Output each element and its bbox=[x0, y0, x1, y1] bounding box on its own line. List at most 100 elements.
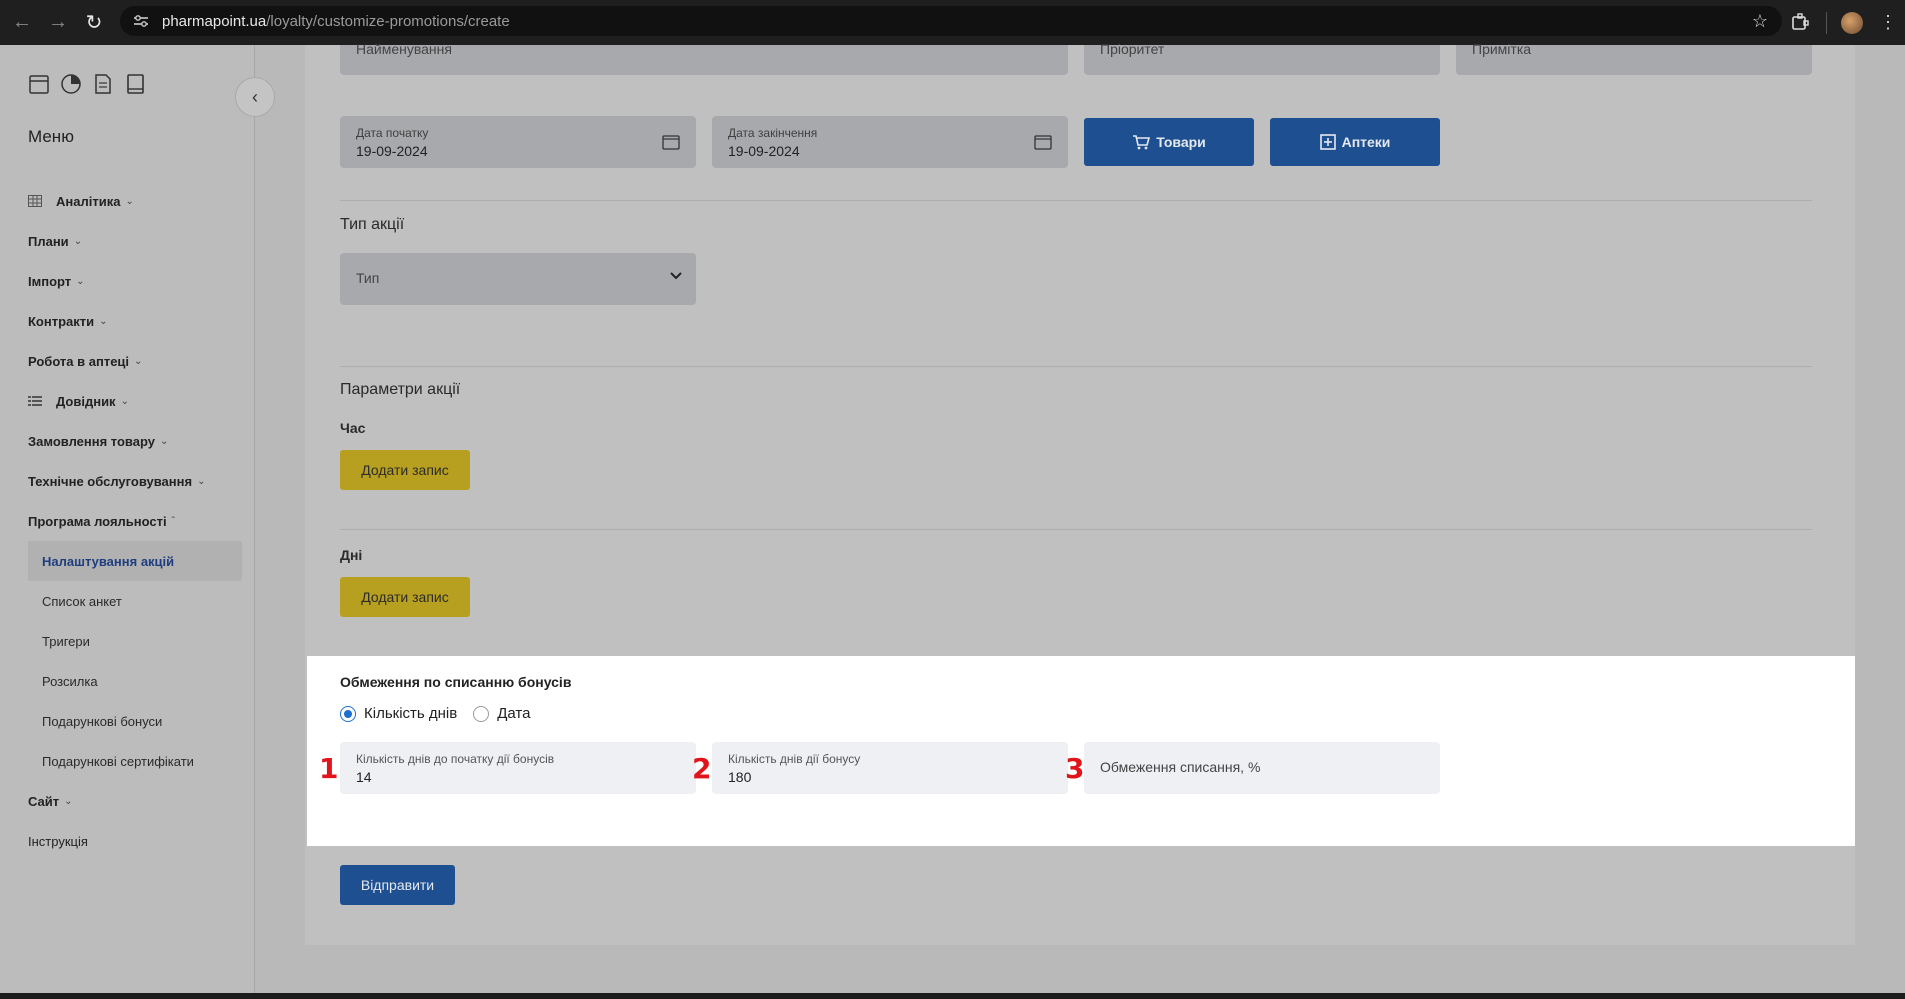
add-days-record-button[interactable]: Додати запис bbox=[340, 577, 470, 617]
sidebar-item-loyalty[interactable]: Програма лояльності ˆ bbox=[28, 501, 242, 541]
sidebar-subitem-mailing[interactable]: Розсилка bbox=[28, 661, 242, 701]
extensions-icon[interactable] bbox=[1790, 12, 1812, 34]
type-select-placeholder: Тип bbox=[356, 270, 380, 286]
sidebar-item-import[interactable]: Імпорт ⌄ bbox=[28, 261, 242, 301]
goods-button-label: Товари bbox=[1156, 134, 1206, 150]
radio-date-label[interactable]: Дата bbox=[497, 705, 530, 722]
add-time-record-button[interactable]: Додати запис bbox=[340, 450, 470, 490]
add-days-record-label: Додати запис bbox=[361, 589, 449, 605]
annotation-marker-3: 3 bbox=[1065, 752, 1085, 785]
days-before-bonus-start-input[interactable]: Кількість днів до початку дії бонусів 14 bbox=[340, 742, 696, 794]
sidebar-item-label: Налаштування акцій bbox=[42, 553, 175, 569]
sidebar-item-label: Розсилка bbox=[42, 673, 98, 689]
type-select[interactable]: Тип bbox=[340, 253, 696, 305]
sidebar-subitem-questionnaires[interactable]: Список анкет bbox=[28, 581, 242, 621]
browser-menu-icon[interactable]: ⋮ bbox=[1879, 12, 1897, 33]
url-text: pharmapoint.ua/loyalty/customize-promoti… bbox=[162, 13, 510, 30]
archive-icon[interactable] bbox=[28, 73, 50, 95]
radio-date[interactable] bbox=[473, 705, 490, 722]
bonus-duration-days-label: Кількість днів дії бонусу bbox=[728, 752, 861, 766]
sidebar-item-site[interactable]: Сайт ⌄ bbox=[28, 781, 242, 821]
sidebar-item-label: Довідник bbox=[56, 393, 116, 409]
bonus-limits-panel: Обмеження по списанню бонусів Кількість … bbox=[307, 656, 1855, 846]
chevron-down-icon: ⌄ bbox=[197, 475, 206, 487]
priority-placeholder: Пріоритет bbox=[1100, 41, 1165, 57]
chevron-down-icon: ⌄ bbox=[120, 395, 129, 407]
bonus-duration-days-input[interactable]: Кількість днів дії бонусу 180 bbox=[712, 742, 1068, 794]
type-section-title: Тип акції bbox=[340, 216, 405, 233]
pharmacies-button[interactable]: Аптеки bbox=[1270, 118, 1440, 166]
bonus-duration-days-value: 180 bbox=[728, 769, 752, 785]
start-date-field[interactable]: Дата початку 19-09-2024 bbox=[340, 116, 696, 168]
bookmark-star-icon[interactable]: ☆ bbox=[1752, 11, 1768, 32]
name-input[interactable]: Найменування bbox=[340, 41, 1068, 75]
url-host: pharmapoint.ua bbox=[162, 12, 267, 30]
annotation-marker-2: 2 bbox=[692, 752, 712, 785]
sidebar-item-label: Подарункові сертифікати bbox=[42, 753, 194, 769]
calendar-icon[interactable] bbox=[662, 134, 680, 150]
write-off-limit-percent-placeholder: Обмеження списання, % bbox=[1100, 759, 1261, 775]
plus-square-icon bbox=[1319, 134, 1336, 150]
chevron-down-icon: ⌄ bbox=[76, 275, 85, 287]
book-icon[interactable] bbox=[124, 73, 146, 95]
cart-icon bbox=[1133, 135, 1151, 150]
end-date-label: Дата закінчення bbox=[728, 126, 818, 140]
sidebar-subitem-gift-certificates[interactable]: Подарункові сертифікати bbox=[28, 741, 242, 781]
sidebar: Меню Аналітика ⌄ Плани ⌄ Імпорт ⌄ Контракти… bbox=[0, 45, 255, 999]
sidebar-item-reference[interactable]: Довідник ⌄ bbox=[28, 381, 242, 421]
toolbar-separator bbox=[1826, 11, 1827, 34]
start-date-value: 19-09-2024 bbox=[356, 143, 428, 159]
note-placeholder: Примітка bbox=[1472, 41, 1532, 57]
collapse-sidebar-button[interactable]: ‹ bbox=[235, 77, 275, 117]
window-bottom-edge bbox=[0, 993, 1905, 999]
browser-toolbar: ← → ↻ pharmapoint.ua/loyalty/customize-p… bbox=[0, 0, 1905, 45]
submit-button[interactable]: Відправити bbox=[340, 865, 455, 905]
priority-input[interactable]: Пріоритет bbox=[1084, 41, 1440, 75]
sidebar-item-contracts[interactable]: Контракти ⌄ bbox=[28, 301, 242, 341]
sidebar-item-label: Подарункові бонуси bbox=[42, 713, 163, 729]
sidebar-subitem-gift-bonuses[interactable]: Подарункові бонуси bbox=[28, 701, 242, 741]
site-settings-icon[interactable] bbox=[132, 12, 150, 30]
sidebar-item-plans[interactable]: Плани ⌄ bbox=[28, 221, 242, 261]
sidebar-item-analytics[interactable]: Аналітика ⌄ bbox=[28, 181, 242, 221]
grid-icon bbox=[28, 195, 42, 207]
sidebar-item-instruction[interactable]: Інструкція bbox=[28, 821, 242, 861]
sidebar-item-label: Аналітика bbox=[56, 193, 121, 209]
calendar-icon[interactable] bbox=[1034, 134, 1052, 150]
days-before-bonus-start-label: Кількість днів до початку дії бонусів bbox=[356, 752, 555, 766]
sidebar-subitem-triggers[interactable]: Тригери bbox=[28, 621, 242, 661]
chevron-down-icon: ⌄ bbox=[73, 235, 83, 247]
sidebar-item-label: Список анкет bbox=[42, 593, 122, 609]
reload-icon[interactable]: ↻ bbox=[80, 9, 108, 37]
url-path: /loyalty/customize-promotions/create bbox=[266, 12, 510, 30]
sidebar-item-maintenance[interactable]: Технічне обслуговування ⌄ bbox=[28, 461, 242, 501]
sidebar-item-orders[interactable]: Замовлення товару ⌄ bbox=[28, 421, 242, 461]
sidebar-item-label: Контракти bbox=[28, 313, 95, 329]
forward-icon[interactable]: → bbox=[44, 9, 72, 37]
write-off-limit-percent-input[interactable]: Обмеження списання, % bbox=[1084, 742, 1440, 794]
divider bbox=[340, 200, 1812, 201]
sidebar-item-label: Замовлення товару bbox=[28, 433, 155, 449]
sidebar-subitem-promotions-settings[interactable]: Налаштування акцій bbox=[28, 541, 242, 581]
note-input[interactable]: Примітка bbox=[1456, 41, 1812, 75]
pie-chart-icon[interactable] bbox=[60, 73, 82, 95]
chevron-down-icon: ⌄ bbox=[125, 195, 134, 207]
end-date-value: 19-09-2024 bbox=[728, 143, 800, 159]
address-bar[interactable]: pharmapoint.ua/loyalty/customize-promoti… bbox=[120, 6, 1782, 36]
sidebar-item-pharmacy-work[interactable]: Робота в аптеці ⌄ bbox=[28, 341, 242, 381]
radio-days[interactable] bbox=[340, 705, 356, 722]
profile-avatar[interactable] bbox=[1841, 11, 1863, 34]
back-icon[interactable]: ← bbox=[8, 9, 36, 37]
chevron-left-icon: ‹ bbox=[252, 86, 258, 107]
sidebar-item-label: Сайт bbox=[28, 793, 60, 809]
sidebar-item-label: Інструкція bbox=[28, 833, 88, 849]
name-placeholder: Найменування bbox=[356, 41, 452, 57]
end-date-field[interactable]: Дата закінчення 19-09-2024 bbox=[712, 116, 1068, 168]
annotation-marker-1: 1 bbox=[319, 752, 339, 785]
radio-days-label[interactable]: Кількість днів bbox=[364, 705, 457, 722]
document-icon[interactable] bbox=[92, 73, 114, 95]
pharmacies-button-label: Аптеки bbox=[1341, 134, 1391, 150]
time-label: Час bbox=[340, 420, 366, 436]
bonus-limits-title: Обмеження по списанню бонусів bbox=[340, 674, 572, 690]
goods-button[interactable]: Товари bbox=[1084, 118, 1254, 166]
